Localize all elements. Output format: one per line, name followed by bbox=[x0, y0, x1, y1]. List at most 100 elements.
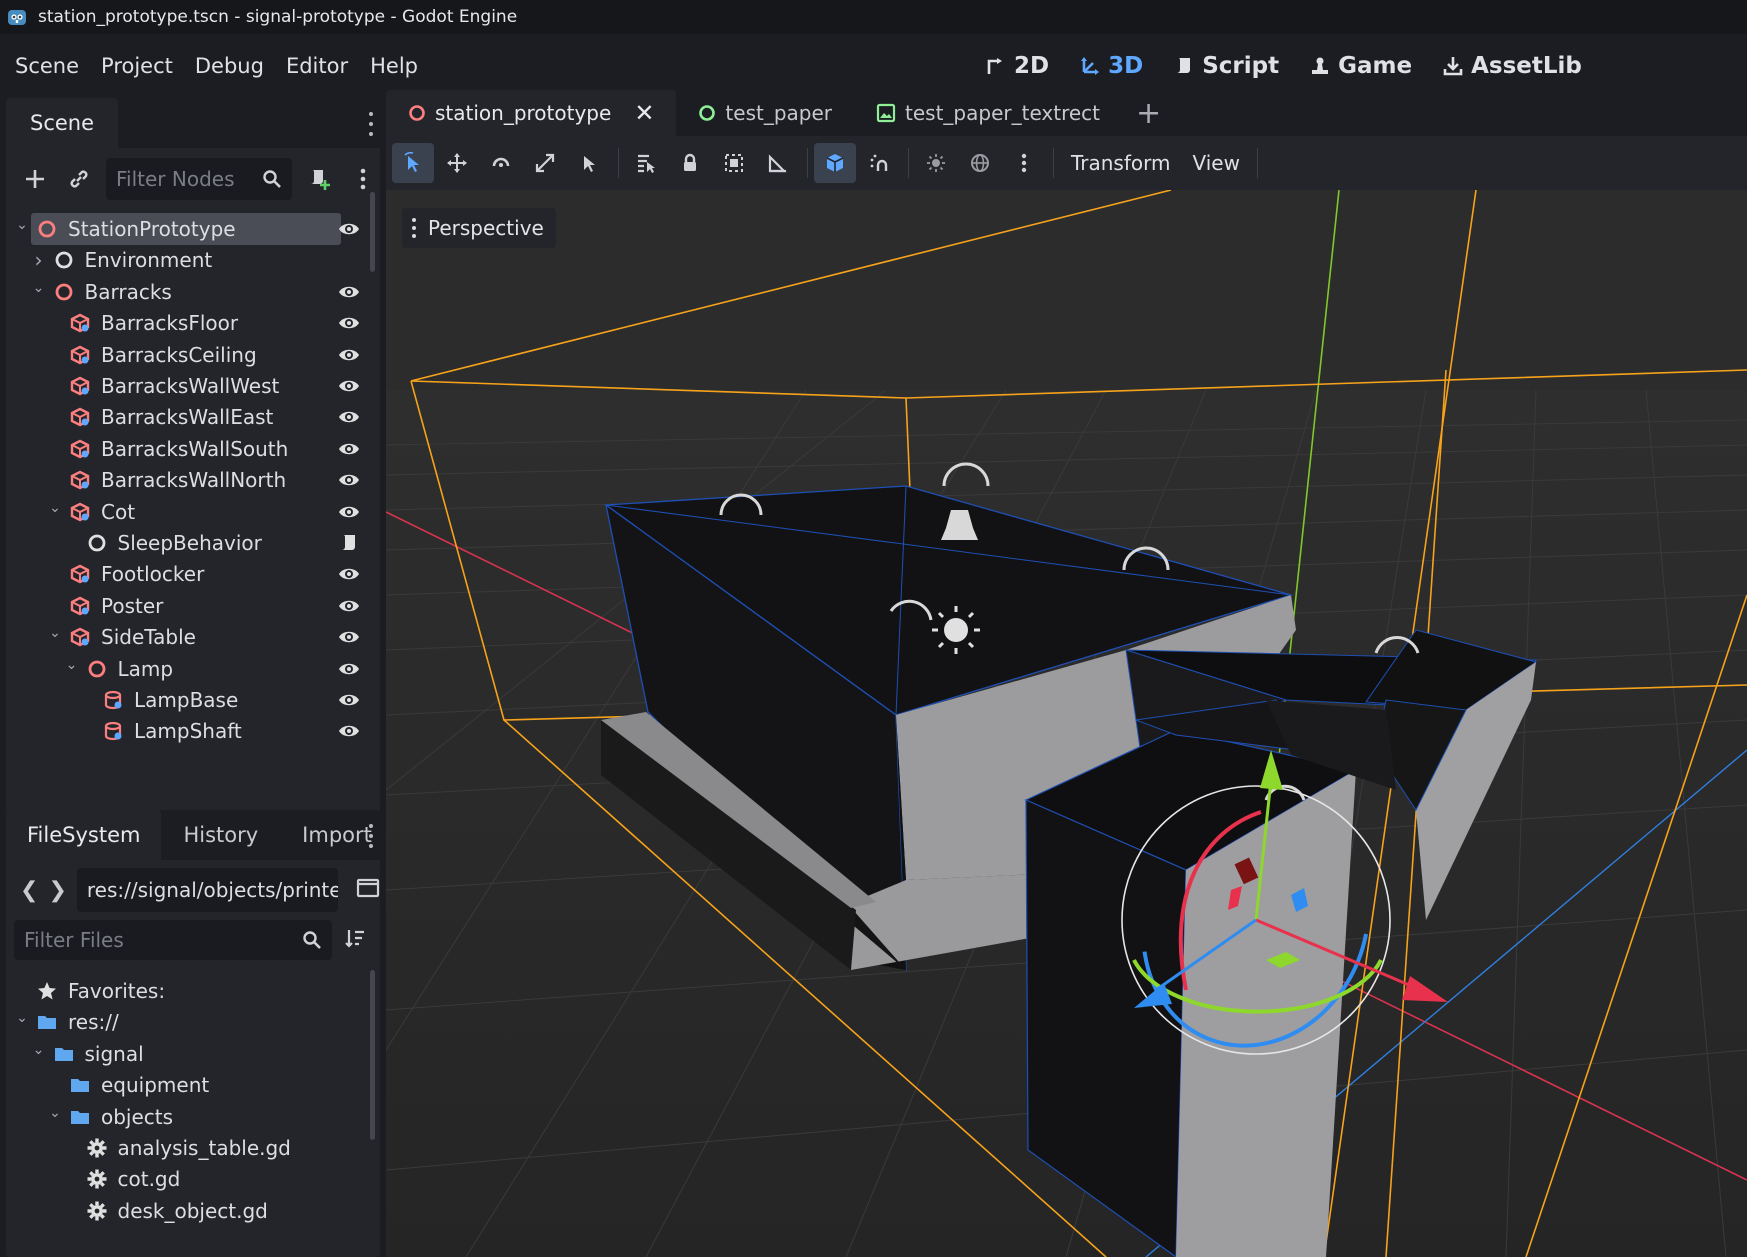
group-button[interactable] bbox=[713, 143, 755, 183]
file-tree-item[interactable]: ⌄ res:// bbox=[14, 1005, 119, 1039]
3d-viewport[interactable]: Perspective bbox=[386, 190, 1747, 1257]
menu-debug[interactable]: Debug bbox=[184, 54, 275, 78]
add-scene-tab-button[interactable]: + bbox=[1122, 90, 1161, 136]
add-node-button[interactable] bbox=[18, 162, 52, 196]
transform-menu[interactable]: Transform bbox=[1060, 151, 1181, 175]
scene-tree-node[interactable]: BarracksWallNorth bbox=[47, 463, 286, 497]
menu-scene[interactable]: Scene bbox=[4, 54, 90, 78]
collapse-arrow-icon[interactable]: ⌄ bbox=[31, 280, 47, 296]
collapse-arrow-icon[interactable]: ⌄ bbox=[31, 1042, 47, 1058]
tab-filesystem[interactable]: FileSystem bbox=[6, 810, 162, 860]
filter-nodes-input[interactable]: Filter Nodes bbox=[106, 158, 292, 200]
collapse-arrow-icon[interactable]: ⌄ bbox=[14, 1010, 30, 1026]
visibility-eye-icon[interactable] bbox=[338, 375, 360, 397]
list-select-button[interactable] bbox=[568, 143, 610, 183]
tab-history[interactable]: History bbox=[161, 810, 280, 860]
visibility-eye-icon[interactable] bbox=[338, 595, 360, 617]
close-tab-icon[interactable]: ✕ bbox=[634, 99, 654, 127]
scene-tree-node[interactable]: ⌄ Lamp bbox=[64, 652, 173, 686]
scene-tree-node[interactable]: Footlocker bbox=[47, 557, 204, 591]
filter-files-input[interactable]: Filter Files bbox=[14, 920, 332, 960]
scene-tab-test-paper-textrect[interactable]: test_paper_textrect bbox=[854, 90, 1122, 136]
visibility-eye-icon[interactable] bbox=[338, 281, 360, 303]
history-back-button[interactable]: ❮ bbox=[20, 878, 38, 903]
visibility-eye-icon[interactable] bbox=[338, 406, 360, 428]
tab-import[interactable]: Import bbox=[280, 810, 380, 860]
menu-project[interactable]: Project bbox=[90, 54, 184, 78]
main-screen-assetlib[interactable]: AssetLib bbox=[1442, 53, 1582, 79]
main-screen-script[interactable]: Script bbox=[1173, 53, 1279, 79]
move-mode-button[interactable] bbox=[436, 143, 478, 183]
scale-mode-button[interactable] bbox=[524, 143, 566, 183]
scene-tab-station-prototype[interactable]: station_prototype ✕ bbox=[386, 90, 677, 136]
menu-editor[interactable]: Editor bbox=[275, 54, 359, 78]
scene-tree-node[interactable]: ⌄ Barracks bbox=[31, 275, 172, 309]
tab-scene[interactable]: Scene bbox=[6, 98, 119, 148]
visibility-eye-icon[interactable] bbox=[338, 626, 360, 648]
visibility-eye-icon[interactable] bbox=[338, 501, 360, 523]
visibility-eye-icon[interactable] bbox=[338, 218, 360, 240]
scene-tree-node[interactable]: BarracksFloor bbox=[47, 306, 238, 340]
use-local-space-button[interactable] bbox=[814, 143, 856, 183]
file-tree-item[interactable]: Favorites: bbox=[14, 974, 165, 1008]
expand-arrow-icon[interactable]: › bbox=[31, 248, 47, 272]
scene-tree-node[interactable]: ⌄ Cot bbox=[47, 495, 135, 529]
perspective-menu-button[interactable]: Perspective bbox=[402, 208, 556, 248]
scene-tree-node[interactable]: BarracksWallWest bbox=[47, 369, 279, 403]
snap-button[interactable] bbox=[858, 143, 900, 183]
toggle-split-mode-button[interactable] bbox=[356, 877, 380, 903]
select-list-button[interactable] bbox=[625, 143, 667, 183]
scene-tree-node[interactable]: ⌄ SideTable bbox=[47, 620, 196, 654]
attach-script-button[interactable] bbox=[302, 162, 336, 196]
visibility-eye-icon[interactable] bbox=[338, 689, 360, 711]
view-menu[interactable]: View bbox=[1181, 151, 1250, 175]
scene-tree-node[interactable]: SleepBehavior bbox=[64, 526, 262, 560]
scene-tree-node[interactable]: ⌄ StationPrototype bbox=[14, 212, 235, 246]
visibility-eye-icon[interactable] bbox=[338, 720, 360, 742]
visibility-eye-icon[interactable] bbox=[338, 469, 360, 491]
collapse-arrow-icon[interactable]: ⌄ bbox=[64, 657, 80, 673]
filesystem-dock-menu-icon[interactable] bbox=[368, 824, 374, 848]
file-tree-item[interactable]: desk_object.gd bbox=[64, 1194, 268, 1228]
visibility-eye-icon[interactable] bbox=[338, 658, 360, 680]
script-icon[interactable] bbox=[338, 532, 360, 554]
lock-button[interactable] bbox=[669, 143, 711, 183]
sort-files-button[interactable] bbox=[344, 927, 366, 953]
environment-options-menu-icon[interactable] bbox=[1003, 143, 1045, 183]
instantiate-scene-button[interactable] bbox=[62, 162, 96, 196]
visibility-eye-icon[interactable] bbox=[338, 344, 360, 366]
scene-tree-node[interactable]: BarracksWallSouth bbox=[47, 432, 288, 466]
scene-tree-node[interactable]: LampBase bbox=[80, 683, 238, 717]
scene-tree-node[interactable]: BarracksCeiling bbox=[47, 338, 257, 372]
scene-tree-node[interactable]: BarracksWallEast bbox=[47, 400, 273, 434]
scene-tree-scrollbar[interactable] bbox=[370, 192, 375, 272]
file-tree-item[interactable]: ⌄ objects bbox=[47, 1100, 173, 1134]
collapse-arrow-icon[interactable]: ⌄ bbox=[47, 625, 63, 641]
visibility-eye-icon[interactable] bbox=[338, 563, 360, 585]
file-tree-item[interactable]: equipment bbox=[47, 1068, 209, 1102]
ruler-button[interactable] bbox=[757, 143, 799, 183]
history-forward-button[interactable]: ❯ bbox=[48, 878, 66, 903]
main-screen-2d[interactable]: 2D bbox=[985, 53, 1049, 79]
file-tree-item[interactable]: cot.gd bbox=[64, 1162, 180, 1196]
file-tree-item[interactable]: analysis_table.gd bbox=[64, 1131, 291, 1165]
main-screen-3d[interactable]: 3D bbox=[1079, 53, 1143, 79]
select-mode-button[interactable] bbox=[392, 143, 434, 183]
scene-tree-node[interactable]: LampShaft bbox=[80, 714, 242, 748]
visibility-eye-icon[interactable] bbox=[338, 438, 360, 460]
rotate-mode-button[interactable] bbox=[480, 143, 522, 183]
main-screen-game[interactable]: Game bbox=[1309, 53, 1412, 79]
3d-scene[interactable] bbox=[386, 190, 1747, 1257]
collapse-arrow-icon[interactable]: ⌄ bbox=[47, 500, 63, 516]
menu-help[interactable]: Help bbox=[359, 54, 429, 78]
visibility-eye-icon[interactable] bbox=[338, 312, 360, 334]
collapse-arrow-icon[interactable]: ⌄ bbox=[14, 217, 30, 233]
collapse-arrow-icon[interactable]: ⌄ bbox=[47, 1105, 63, 1121]
file-tree-item[interactable]: ⌄ signal bbox=[31, 1037, 144, 1071]
scene-dock-menu-icon[interactable] bbox=[368, 112, 374, 136]
preview-environment-button[interactable] bbox=[959, 143, 1001, 183]
path-field[interactable]: res://signal/objects/printe bbox=[76, 868, 338, 912]
scene-tree-node[interactable]: › Environment bbox=[31, 243, 213, 277]
scene-tab-test-paper[interactable]: test_paper bbox=[676, 90, 854, 136]
preview-sun-button[interactable] bbox=[915, 143, 957, 183]
